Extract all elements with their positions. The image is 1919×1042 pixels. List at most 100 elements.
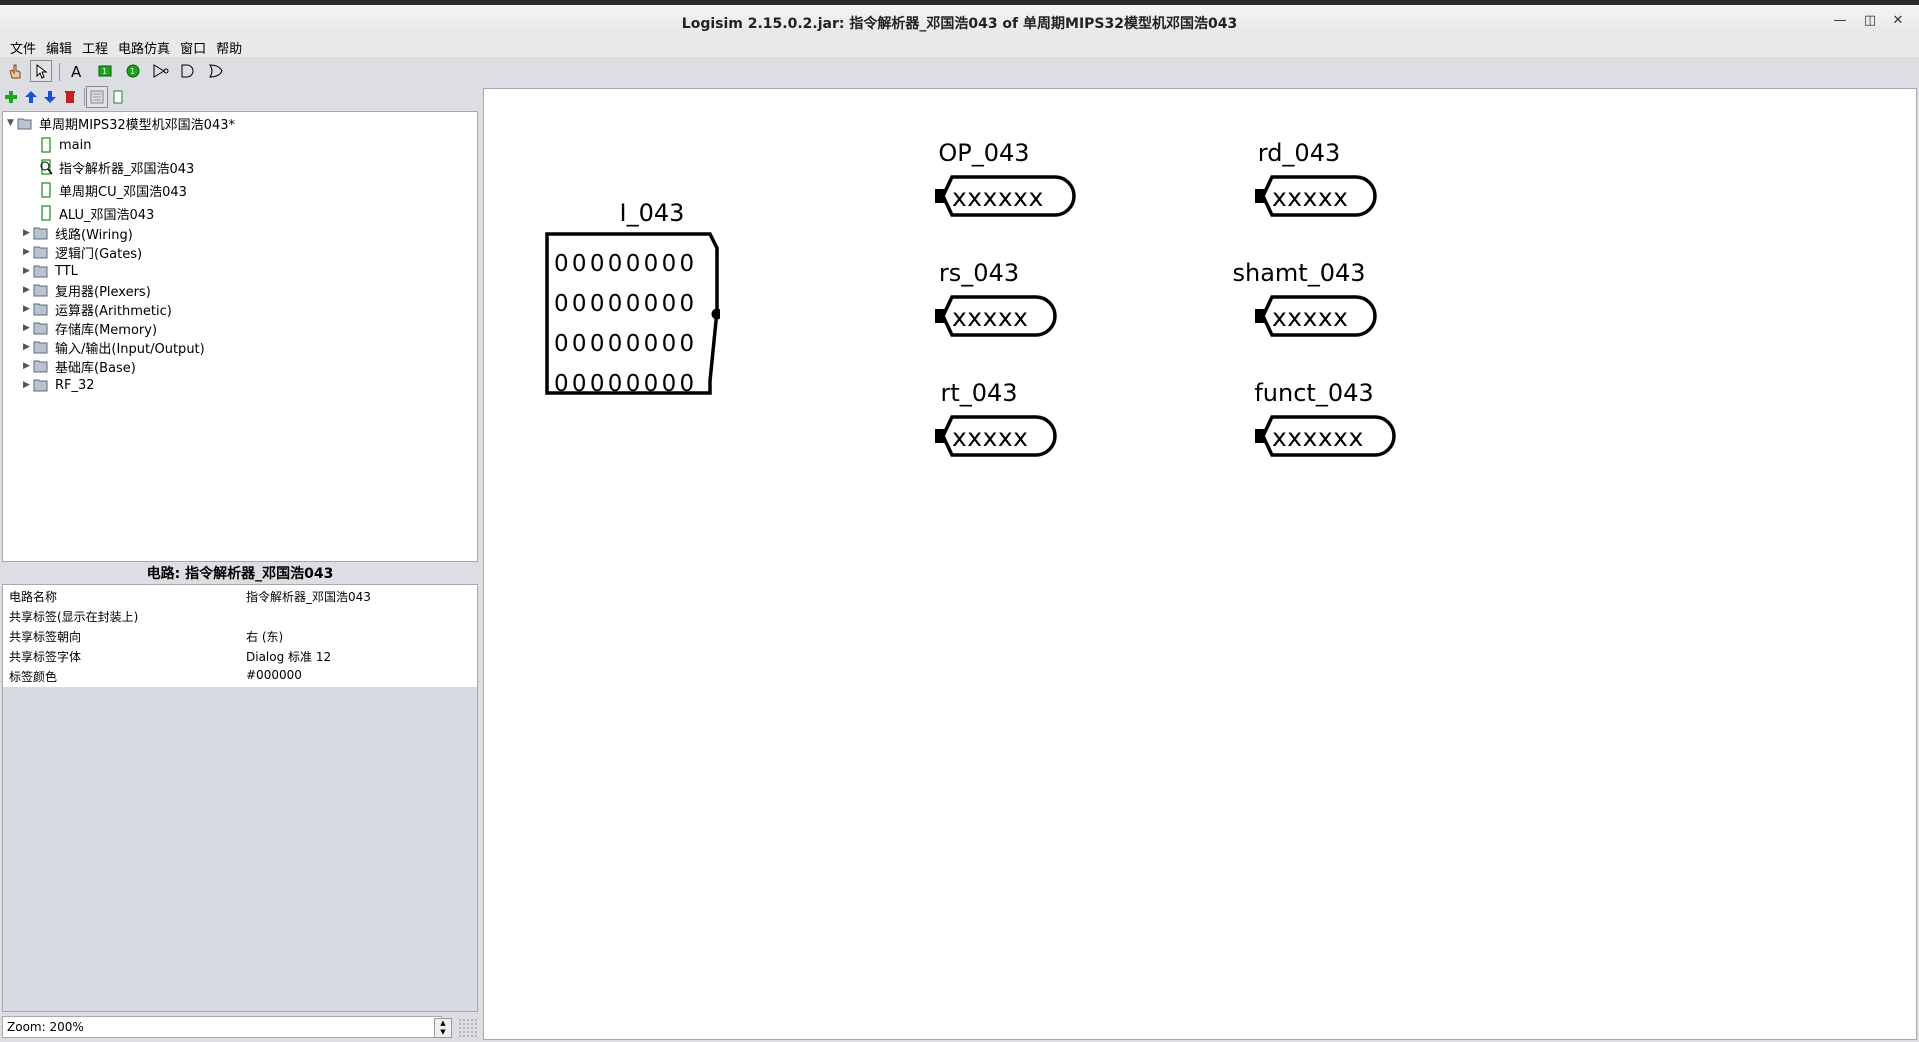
folder-icon — [33, 302, 49, 316]
zoom-field[interactable]: Zoom: 200% — [2, 1016, 442, 1038]
output-pin-label: shamt_043 — [1232, 259, 1366, 287]
tree-circuit-main[interactable]: main — [39, 136, 91, 154]
pin-input-icon[interactable]: 1 — [94, 60, 116, 82]
folder-icon — [33, 321, 49, 335]
tree-library-label: 线路(Wiring) — [55, 227, 133, 243]
attribute-value[interactable]: 右 (东) — [246, 628, 283, 645]
tree-library-io[interactable]: ▶ 输入/输出(Input/Output) — [23, 338, 205, 357]
expand-triangle-icon[interactable]: ▶ — [23, 304, 33, 314]
select-icon[interactable] — [30, 60, 52, 82]
tree-circuit-parser[interactable]: 指令解析器_邓国浩043 — [39, 158, 195, 177]
text-icon[interactable]: A — [66, 60, 88, 82]
close-button[interactable]: ✕ — [1890, 13, 1906, 28]
tree-library-memory[interactable]: ▶ 存储库(Memory) — [23, 319, 158, 338]
output-pin-shamt043[interactable]: xxxxx — [1252, 293, 1382, 341]
menu-file[interactable]: 文件 — [5, 35, 41, 57]
output-pin-op043[interactable]: xxxxxx — [932, 173, 1082, 221]
tree-library-label: 存储库(Memory) — [55, 322, 158, 338]
attribute-row[interactable]: 共享标签朝向 右 (东) — [3, 625, 477, 645]
tree-library-label: 复用器(Plexers) — [55, 284, 151, 300]
output-pin-label: funct_043 — [1254, 379, 1374, 407]
attribute-row[interactable]: 共享标签字体 Dialog 标准 12 — [3, 645, 477, 665]
output-pin-rt043[interactable]: xxxxx — [932, 413, 1062, 461]
or-gate-icon[interactable] — [204, 60, 226, 82]
svg-text:1: 1 — [102, 67, 107, 76]
tree-circuit-label: 指令解析器_邓国浩043 — [59, 161, 195, 177]
expand-triangle-icon[interactable]: ▶ — [23, 266, 33, 276]
layout-view-icon[interactable] — [86, 86, 108, 108]
attribute-table: 电路名称 指令解析器_邓国浩043 共享标签(显示在封装上) 共享标签朝向 右 … — [3, 585, 477, 687]
attribute-value[interactable]: 指令解析器_邓国浩043 — [246, 588, 371, 605]
circuit-icon — [39, 205, 53, 221]
tree-library-base[interactable]: ▶ 基础库(Base) — [23, 357, 136, 376]
output-pin-rd043[interactable]: xxxxx — [1252, 173, 1382, 221]
folder-icon — [33, 264, 49, 278]
collapse-triangle-icon[interactable]: ▼ — [7, 118, 17, 128]
expand-triangle-icon[interactable]: ▶ — [23, 228, 33, 238]
zoom-label: Zoom: 200% — [7, 1020, 84, 1034]
menu-simulate[interactable]: 电路仿真 — [113, 35, 175, 57]
attribute-key: 共享标签字体 — [9, 650, 82, 664]
expand-triangle-icon[interactable]: ▶ — [23, 380, 33, 390]
circuit-canvas[interactable]: I_043 00000000 00000000 00000000 0000000… — [483, 88, 1917, 1040]
folder-icon — [33, 245, 49, 259]
tree-library-label: 输入/输出(Input/Output) — [55, 341, 205, 357]
folder-icon — [33, 340, 49, 354]
svg-text:A: A — [71, 63, 82, 79]
title-bar: Logisim 2.15.0.2.jar: 指令解析器_邓国浩043 of 单周… — [0, 5, 1919, 39]
attribute-value[interactable]: Dialog 标准 12 — [246, 648, 331, 665]
expand-triangle-icon[interactable]: ▶ — [23, 285, 33, 295]
move-down-icon[interactable] — [39, 86, 61, 108]
attribute-key: 共享标签朝向 — [9, 630, 82, 644]
attribute-panel-title: 电路: 指令解析器_邓国浩043 — [146, 566, 334, 582]
restore-button[interactable]: ◫ — [1862, 13, 1878, 28]
output-pin-funct043[interactable]: xxxxxx — [1252, 413, 1402, 461]
attribute-row[interactable]: 共享标签(显示在封装上) — [3, 605, 477, 625]
tree-library-plexers[interactable]: ▶ 复用器(Plexers) — [23, 281, 151, 300]
minimize-button[interactable]: — — [1832, 13, 1848, 28]
attribute-row[interactable]: 标签颜色 #000000 — [3, 665, 477, 685]
pin-output-icon[interactable]: 1 — [122, 60, 144, 82]
tree-library-wiring[interactable]: ▶ 线路(Wiring) — [23, 224, 133, 243]
add-circuit-icon[interactable] — [0, 86, 22, 108]
menu-help[interactable]: 帮助 — [211, 35, 247, 57]
output-pin-rs043[interactable]: xxxxx — [932, 293, 1062, 341]
svg-text:1: 1 — [130, 67, 135, 76]
folder-open-icon — [17, 116, 33, 130]
tree-library-label: 逻辑门(Gates) — [55, 246, 143, 262]
attribute-row[interactable]: 电路名称 指令解析器_邓国浩043 — [3, 585, 477, 605]
toolbar-separator — [59, 63, 60, 81]
expand-triangle-icon[interactable]: ▶ — [23, 323, 33, 333]
resize-grip[interactable] — [458, 1018, 478, 1038]
expand-triangle-icon[interactable]: ▶ — [23, 342, 33, 352]
poke-icon[interactable] — [4, 60, 26, 82]
expand-triangle-icon[interactable]: ▶ — [23, 247, 33, 257]
circuit-icon — [39, 182, 53, 198]
menu-edit[interactable]: 编辑 — [41, 35, 77, 57]
tree-library-rf32[interactable]: ▶ RF_32 — [23, 376, 95, 394]
tree-library-gates[interactable]: ▶ 逻辑门(Gates) — [23, 243, 143, 262]
menu-project[interactable]: 工程 — [77, 35, 113, 57]
not-gate-icon[interactable] — [150, 60, 172, 82]
tree-circuit-label: 单周期CU_邓国浩043 — [59, 184, 187, 200]
expand-triangle-icon[interactable]: ▶ — [23, 361, 33, 371]
output-pin-label: rs_043 — [938, 259, 1020, 287]
tree-library-arithmetic[interactable]: ▶ 运算器(Arithmetic) — [23, 300, 172, 319]
tree-circuit-cu[interactable]: 单周期CU_邓国浩043 — [39, 181, 187, 200]
delete-icon[interactable] — [59, 86, 81, 108]
tree-root-project[interactable]: ▼ 单周期MIPS32模型机邓国浩043* — [7, 114, 235, 133]
attribute-value[interactable]: #000000 — [246, 668, 302, 682]
appearance-view-icon[interactable] — [107, 86, 129, 108]
tree-library-ttl[interactable]: ▶ TTL — [23, 262, 78, 280]
zoom-spinner[interactable]: ▲ ▼ — [434, 1018, 452, 1038]
output-pin-value: xxxxxx — [952, 183, 1044, 212]
output-pin-value: xxxxx — [1272, 183, 1348, 212]
tree-circuit-label: main — [59, 137, 92, 153]
and-gate-icon[interactable] — [176, 60, 198, 82]
folder-icon — [33, 359, 49, 373]
tree-circuit-alu[interactable]: ALU_邓国浩043 — [39, 204, 154, 223]
input-pin-i043[interactable]: 00000000 00000000 00000000 00000000 — [544, 231, 720, 401]
output-pin-value: xxxxx — [1272, 303, 1348, 332]
menu-window[interactable]: 窗口 — [175, 35, 211, 57]
tree-root-label: 单周期MIPS32模型机邓国浩043* — [39, 117, 235, 133]
